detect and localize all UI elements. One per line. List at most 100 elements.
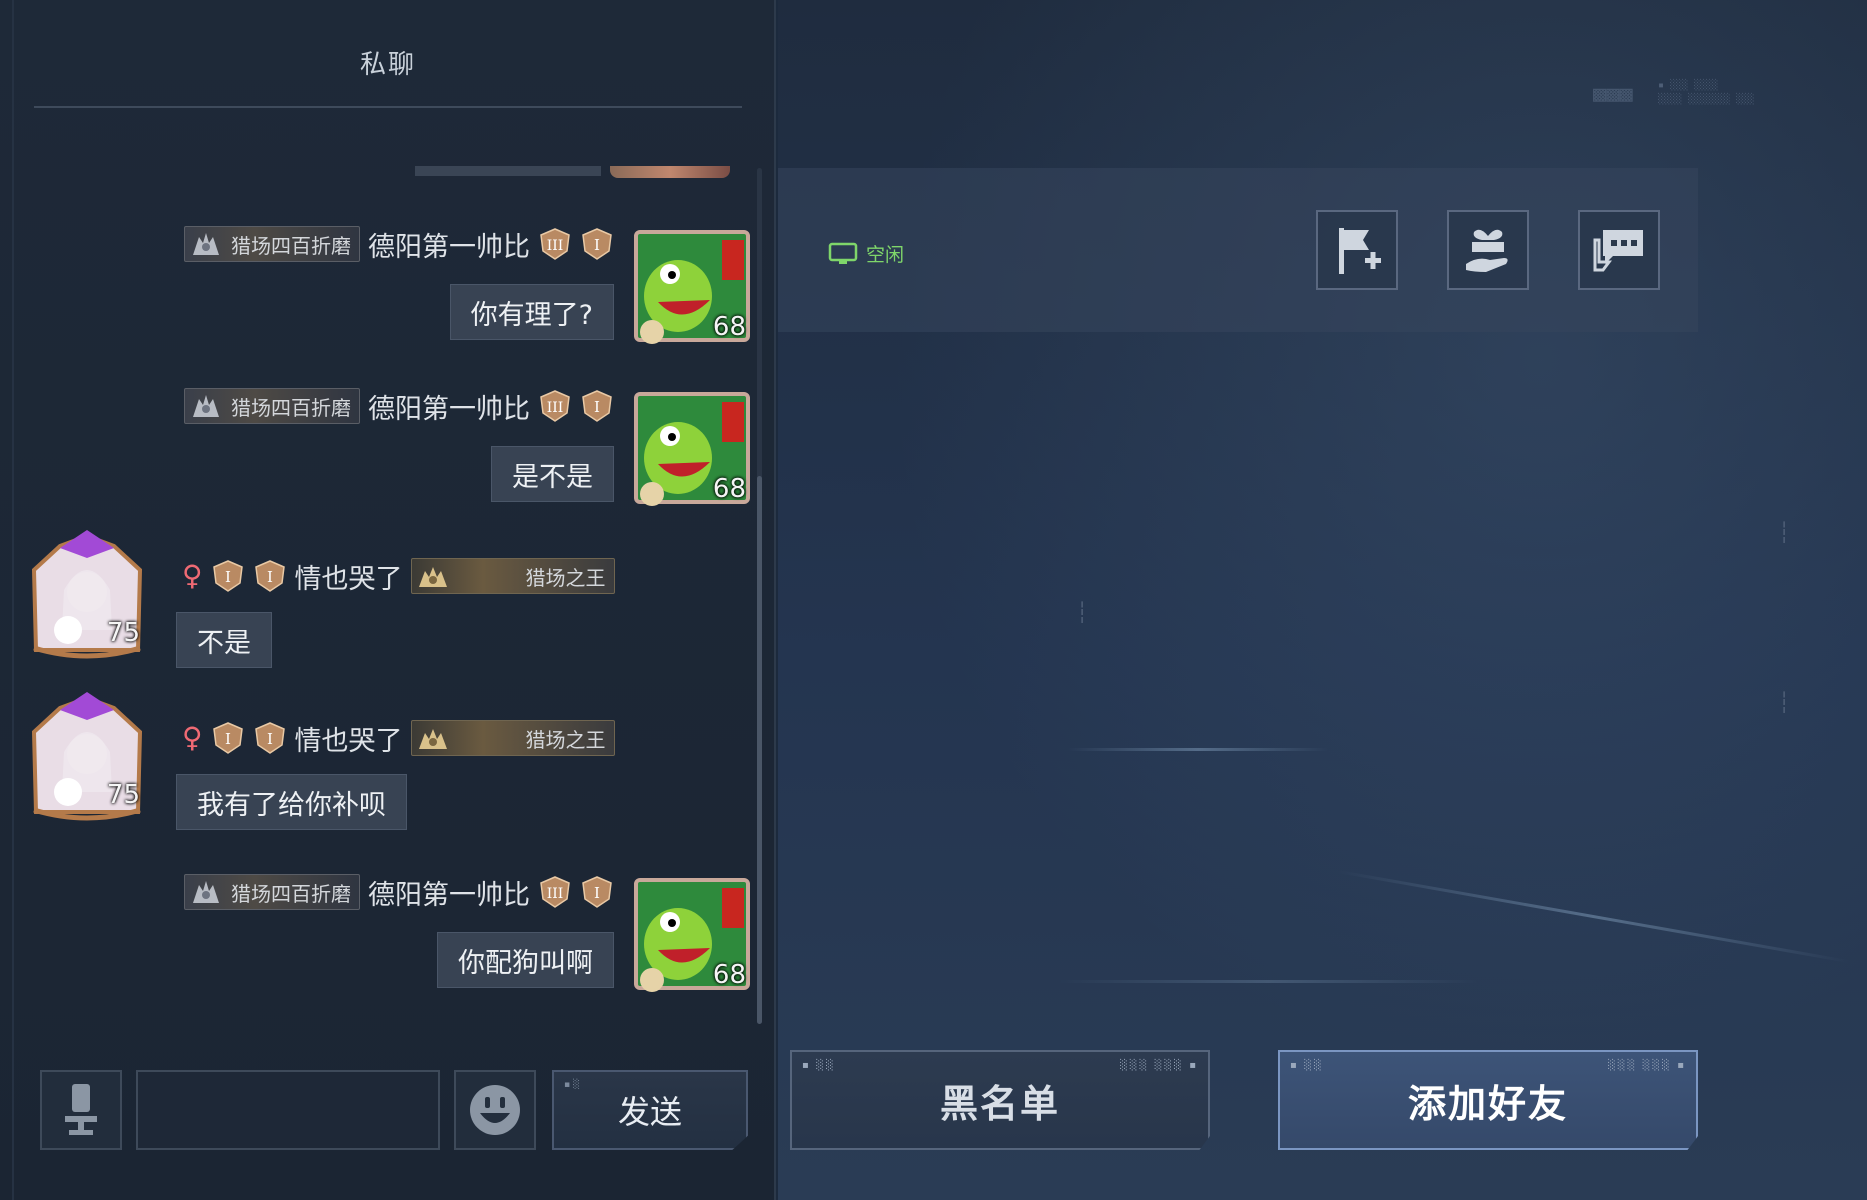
svg-text:I: I [594,236,600,254]
rank-badge-i-icon: I [212,560,243,592]
title-plate: 猎场之王 [410,720,615,756]
svg-text:I: I [594,884,600,902]
hud-decoration: ┆ [1076,600,1089,624]
message-list[interactable]: 猎场四百折磨 德阳第一帅比 III I 你有理了? 68 猎场四百折磨 德阳第一… [20,166,760,1028]
player-profile-panel: ▩▩▩ ▪ ░░░ ░░░░ ░░░░ ░░░░░░░ ░░░ ┆ ┆ ┆ 空闲 [778,0,1867,1200]
title-plate-label: 猎场四百折磨 [231,233,351,258]
message-input[interactable] [136,1070,440,1150]
monitor-icon [828,242,858,264]
sender-nickname[interactable]: 德阳第一帅比 [368,225,530,264]
blacklist-button-label: 黑名单 [939,1081,1060,1126]
message-bubble[interactable]: 你有理了? [449,284,614,340]
title-plate-label: 猎场之王 [525,727,606,752]
button-decoration: ░░░ ░░░ ▪ [1120,1060,1198,1071]
rank-badge-i-icon: I [582,390,612,422]
title-plate: 猎场四百折磨 [184,226,360,262]
player-level: 68 [712,960,746,990]
sender-nickname[interactable]: 德阳第一帅比 [368,873,530,912]
send-button-label: 发送 [617,1093,682,1131]
message-bubble[interactable]: 你配狗叫啊 [437,932,614,988]
rank-badge-i-icon: I [212,722,243,754]
svg-text:I: I [225,568,231,586]
hud-decoration: ░░░░ ░░░░░░░ ░░░ [1658,94,1755,105]
female-icon: ♀ [182,559,203,592]
status-label: 空闲 [866,244,905,266]
sender-row: ♀ I I 情也哭了 猎场之王 [182,718,615,758]
svg-text:III: III [547,400,564,416]
sender-row: 猎场四百折磨 德阳第一帅比 III I [184,872,614,912]
player-avatar[interactable]: 75 [20,692,154,822]
player-avatar[interactable]: 75 [20,530,154,660]
light-streak [1337,870,1851,964]
light-streak [1058,980,1478,983]
title-plate: 猎场之王 [410,558,615,594]
private-chat-panel: 私聊 猎场四百折磨 德阳第一帅比 III I 你有理了? 68 猎场四百折磨 德… [0,0,776,1200]
wolf-emblem-icon [193,233,219,255]
voice-button[interactable] [40,1070,122,1150]
chat-message: 猎场四百折磨 德阳第一帅比 III I 你配狗叫啊 68 [20,862,760,1002]
hunter-king-emblem-icon [418,567,447,587]
button-decoration: ░░░ ░░░ ▪ [1608,1060,1686,1071]
player-avatar[interactable]: 68 [626,224,760,354]
svg-text:I: I [267,730,273,748]
rank-badge-iii-icon: III [540,228,570,260]
gift-button[interactable] [1447,210,1529,290]
sender-row: ♀ I I 情也哭了 猎场之王 [182,556,615,596]
player-level: 75 [106,780,140,810]
rank-badge-i-icon: I [582,228,612,260]
flag-add-button[interactable] [1316,210,1398,290]
sender-nickname[interactable]: 情也哭了 [295,557,403,596]
chat-message: 猎场四百折磨 德阳第一帅比 III I 是不是 68 [20,376,760,516]
wolf-emblem-icon [193,395,219,417]
gift-icon [1466,229,1508,272]
scrollbar-thumb[interactable] [757,476,762,1024]
chat-scrollbar[interactable] [757,168,762,1024]
player-level: 68 [712,312,746,342]
hunter-king-emblem-icon [418,729,447,749]
player-avatar[interactable]: 68 [626,872,760,1002]
hud-decoration: ┆ [1778,690,1791,714]
message-bubble[interactable]: 我有了给你补呗 [176,774,407,830]
sender-row: 猎场四百折磨 德阳第一帅比 III I [184,224,614,264]
send-button[interactable]: ▪ ░ 发送 [552,1070,748,1150]
chat-message: 猎场四百折磨 德阳第一帅比 III I 你有理了? 68 [20,214,760,354]
partial-avatar [610,166,730,178]
button-decoration: ▪ ░ [564,1080,580,1090]
title-plate-label: 猎场四百折磨 [231,881,351,906]
svg-text:III: III [547,886,564,902]
title-divider [34,106,742,108]
button-decoration: ▪ ░░ [1290,1060,1324,1071]
button-decoration: ▪ ░░ [802,1060,836,1071]
online-status: 空闲 [828,240,904,267]
title-plate: 猎场四百折磨 [184,874,360,910]
rank-badge-i-icon: I [582,876,612,908]
microphone-icon [65,1084,97,1135]
player-avatar[interactable]: 68 [626,386,760,516]
add-friend-button-label: 添加好友 [1407,1081,1568,1126]
add-friend-button[interactable]: ▪ ░░ ░░░ ░░░ ▪ 添加好友 [1278,1050,1698,1150]
title-plate-label: 猎场之王 [525,565,606,590]
hud-decoration: ▪ ░░░ ░░░░ [1658,80,1719,91]
chat-message: 75 ♀ I I 情也哭了 猎场之王 不是 [20,530,760,680]
message-bubble[interactable]: 是不是 [491,446,614,502]
title-plate-label: 猎场四百折磨 [231,395,351,420]
chat-title: 私聊 [359,50,416,80]
sender-nickname[interactable]: 德阳第一帅比 [368,387,530,426]
girl-avatar-icon [31,692,143,821]
svg-text:III: III [547,238,564,254]
sender-nickname[interactable]: 情也哭了 [295,719,403,758]
girl-avatar-icon [31,530,143,659]
rank-badge-i-icon: I [254,560,285,592]
flag-add-icon [1339,228,1381,274]
rank-badge-i-icon: I [254,722,285,754]
rank-badge-iii-icon: III [540,390,570,422]
emoji-button[interactable] [454,1070,536,1150]
blacklist-button[interactable]: ▪ ░░ ░░░ ░░░ ▪ 黑名单 [790,1050,1210,1150]
chat-button[interactable] [1578,210,1660,290]
sender-row: 猎场四百折磨 德阳第一帅比 III I [184,386,614,426]
hud-decoration: ▩▩▩ [1593,82,1633,107]
light-streak [1068,748,1328,751]
wolf-emblem-icon [193,881,219,903]
chat-message: 75 ♀ I I 情也哭了 猎场之王 我有了给你补呗 [20,692,760,842]
message-bubble[interactable]: 不是 [176,612,272,668]
